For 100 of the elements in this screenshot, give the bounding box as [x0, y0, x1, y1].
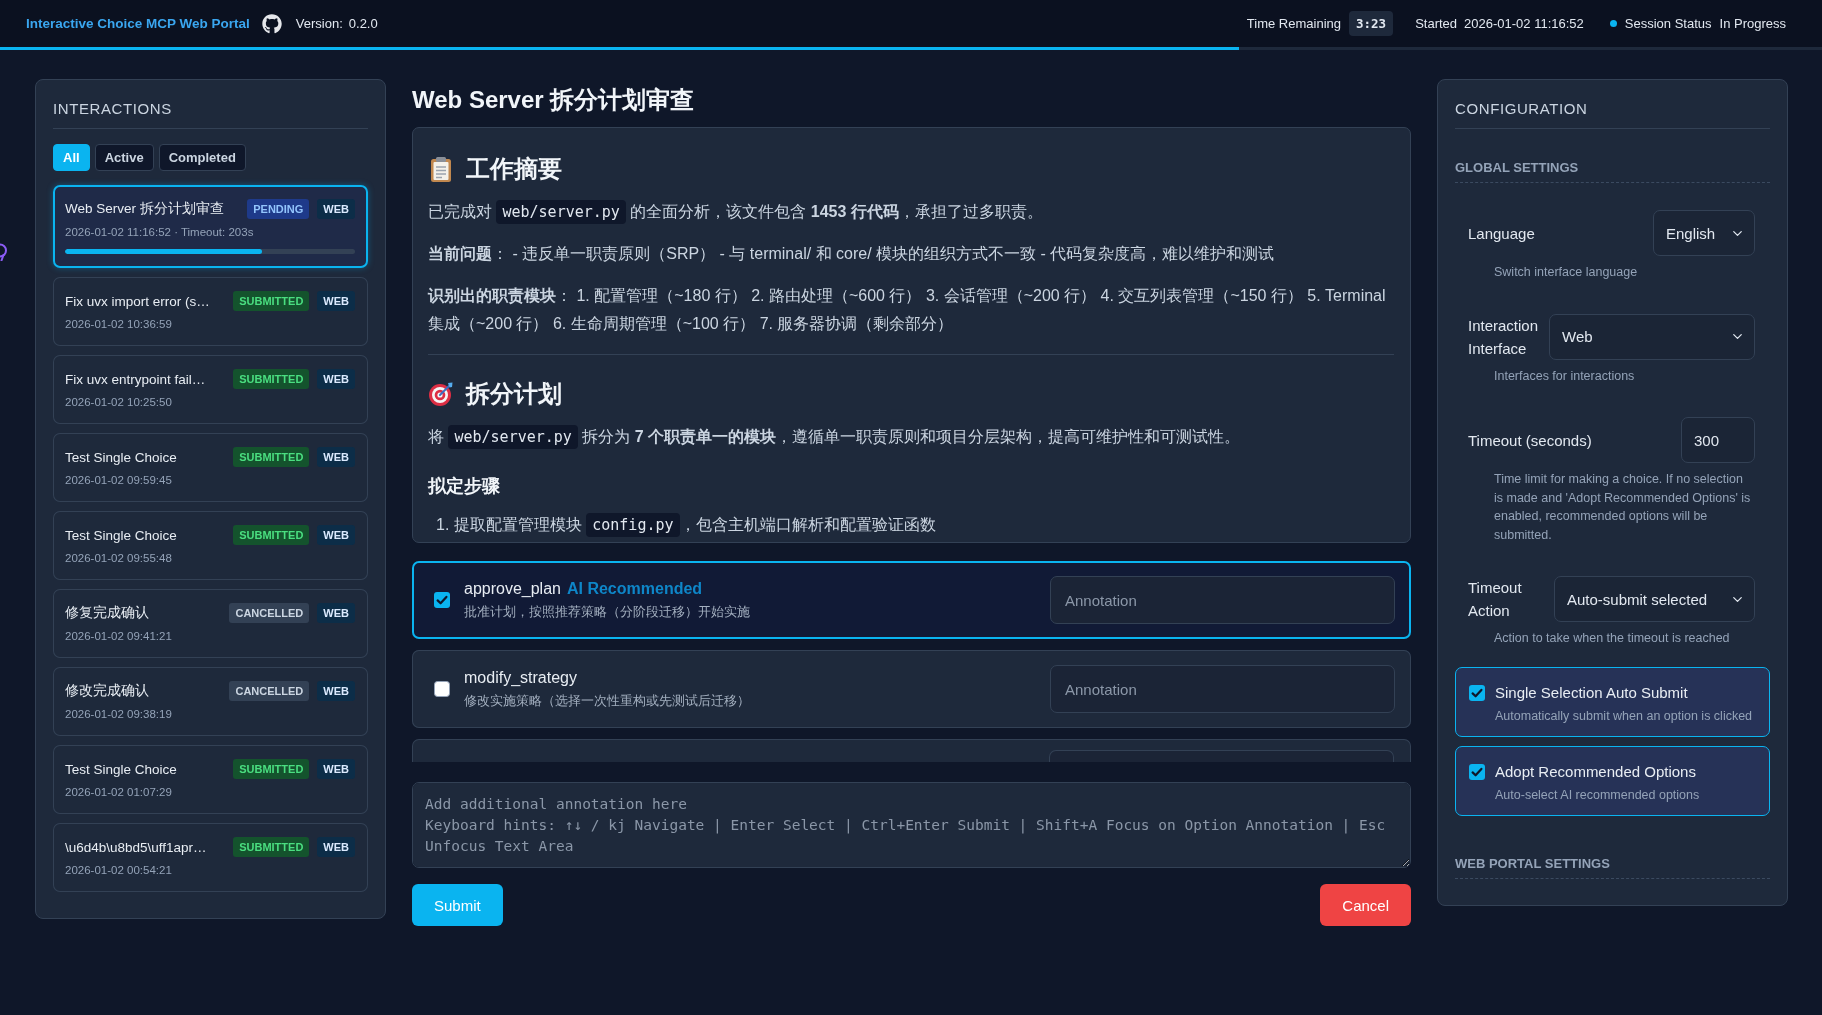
interaction-time: 2026-01-02 09:38:19: [65, 707, 173, 722]
setting-label: Timeout Action: [1468, 578, 1523, 621]
annotation-textarea[interactable]: Add additional annotation here Keyboard hints: ↑↓ / kj Navigate | Enter Select | Ctrl+Enter Submit | Shift+A Focus on Option Annotation | Esc Unfocus Text Area: [412, 782, 1411, 868]
panel-title: INTERACTIONS: [53, 98, 368, 129]
setting-label: Timeout (seconds): [1468, 430, 1593, 451]
interaction-time: 2026-01-02 09:55:48: [65, 551, 173, 566]
setting-card[interactable]: Single Selection Auto Submit Automatically submit when an option is clicked: [1455, 666, 1770, 737]
option-description: 批准计划，按照推荐策略（分阶段迁移）开始实施: [464, 603, 751, 621]
channel-tag: WEB: [317, 759, 355, 779]
session-status-label: Session Status: [1624, 16, 1712, 31]
version-value: 0.2.0: [348, 16, 378, 31]
setting-label: Single Selection Auto Submit: [1495, 682, 1688, 703]
interaction-time: 2026-01-02 00:54:21: [65, 863, 173, 878]
setting-label: Adopt Recommended Options: [1495, 761, 1696, 782]
setting-hint: Interfaces for interactions: [1494, 367, 1636, 385]
interaction-card[interactable]: 修改完成确认 CANCELLED WEB 2026-01-02 09:38:19: [53, 667, 368, 736]
annotation-field[interactable]: Annotation: [1050, 576, 1395, 624]
request-title: Web Server 拆分计划审查: [412, 85, 696, 115]
interaction-time: 2026-01-02 01:07:29: [65, 785, 173, 800]
channel-tag: WEB: [317, 681, 355, 701]
interaction-title: 修改完成确认: [65, 682, 150, 700]
dropdown[interactable]: Auto-submit selected: [1554, 576, 1755, 622]
checkbox[interactable]: [434, 592, 450, 608]
status-tag: SUBMITTED: [233, 291, 310, 311]
channel-tag: WEB: [317, 525, 355, 545]
checkbox[interactable]: [1469, 684, 1485, 701]
status-tag: SUBMITTED: [233, 525, 310, 545]
channel-tag: WEB: [317, 603, 355, 623]
filter-tab[interactable]: Active: [94, 144, 154, 171]
setting-label: Language: [1468, 223, 1536, 244]
interaction-card[interactable]: 修复完成确认 CANCELLED WEB 2026-01-02 09:41:21: [53, 589, 368, 658]
interaction-title: Fix uvx entrypoint fail…: [65, 371, 207, 387]
annotation-field[interactable]: Annotation: [1050, 665, 1395, 713]
interaction-time: 2026-01-02 11:16:52 · Timeout: 203s: [65, 225, 255, 240]
ring-icon[interactable]: [0, 243, 10, 261]
option-description: 修改实施策略（选择一次性重构或先测试后迁移）: [464, 692, 751, 710]
number-field[interactable]: 300: [1681, 417, 1755, 463]
setting-hint: Time limit for making a choice. If no selection is made and 'Adopt Recommended Options' is enabled, recommended options will be submitted.: [1494, 471, 1752, 544]
setting-hint: Automatically submit when an option is clicked: [1495, 707, 1754, 725]
started-time: 2026-01-02 11:16:52: [1464, 16, 1584, 31]
interaction-title: 修复完成确认: [65, 604, 150, 622]
github-icon[interactable]: [261, 13, 282, 34]
cancel-button[interactable]: Cancel: [1320, 884, 1411, 926]
list-item: 1. 提取配置管理模块 config.py ，包含主机端口解析和配置验证函数: [436, 511, 1394, 539]
interaction-title: Fix uvx import error (s…: [65, 293, 211, 309]
setting-card[interactable]: Adopt Recommended Options Auto-select AI recommended options: [1455, 745, 1770, 816]
option-name: approve_plan: [464, 579, 561, 599]
clipboard-icon: [428, 156, 454, 182]
interaction-title: Test Single Choice: [65, 527, 178, 543]
channel-tag: WEB: [317, 837, 355, 857]
target-icon: [428, 381, 454, 407]
channel-tag: WEB: [317, 199, 355, 219]
interaction-title: Test Single Choice: [65, 761, 178, 777]
recommended-label: AI Recommended: [566, 579, 703, 599]
paragraph: 将 web/server.py 拆分为 7 个职责单一的模块，遵循单一职责原则和项目分层架构，提高可维护性和可测试性。: [428, 423, 1394, 451]
option-card[interactable]: approve_plan AI Recommended 批准计划，按照推荐策略（分阶段迁移）开始实施 Annotation: [412, 561, 1411, 639]
checkbox[interactable]: [434, 681, 450, 697]
interaction-card[interactable]: Test Single Choice SUBMITTED WEB 2026-01-02 09:55:48: [53, 511, 368, 580]
interaction-time: 2026-01-02 10:25:50: [65, 395, 173, 410]
panel-title: CONFIGURATION: [1455, 98, 1770, 129]
section-title: GLOBAL SETTINGS: [1455, 160, 1770, 183]
interaction-card[interactable]: Fix uvx import error (s… SUBMITTED WEB 2026-01-02 10:36:59: [53, 277, 368, 346]
filter-tab[interactable]: Completed: [158, 144, 246, 171]
paragraph: 当前问题： - 违反单一职责原则（SRP） - 与 terminal/ 和 core/ 模块的组织方式不一致 - 代码复杂度高，难以维护和测试: [428, 244, 1276, 264]
interaction-title: Web Server 拆分计划审查: [65, 200, 225, 218]
input-field[interactable]: [1049, 750, 1394, 762]
status-tag: SUBMITTED: [233, 837, 310, 857]
status-tag: SUBMITTED: [233, 759, 310, 779]
interaction-time: 2026-01-02 09:41:21: [65, 629, 173, 644]
dropdown[interactable]: Web: [1549, 313, 1755, 360]
interaction-time: 2026-01-02 10:36:59: [65, 317, 173, 332]
dropdown[interactable]: English: [1653, 210, 1755, 256]
paragraph: 识别出的职责模块： 1. 配置管理（~180 行） 2. 路由处理（~600 行） 3. 会话管理（~200 行） 4. 交互列表管理（~150 行） 5. Terminal 集成（~200 行） 6. 生命周期管理（~100 行） 7. 服务器协调（剩余部分）: [428, 286, 1387, 334]
paragraph: 已完成对 web/server.py 的全面分析，该文件包含 1453 行代码，承担了过多职责。: [428, 198, 1394, 226]
app-title: Interactive Choice MCP Web Portal: [26, 16, 250, 31]
setting-label: Interaction Interface: [1468, 315, 1540, 359]
interaction-card[interactable]: Test Single Choice SUBMITTED WEB 2026-01-02 01:07:29: [53, 745, 368, 814]
session-status-value: In Progress: [1719, 16, 1786, 31]
interaction-card[interactable]: Web Server 拆分计划审查 PENDING WEB 2026-01-02 11:16:52 · Timeout: 203s: [53, 185, 368, 268]
status-tag: SUBMITTED: [233, 447, 310, 467]
started-label: Started: [1415, 16, 1458, 31]
option-card[interactable]: modify_strategy 修改实施策略（选择一次性重构或先测试后迁移） Annotation: [412, 650, 1411, 728]
interaction-card[interactable]: Test Single Choice SUBMITTED WEB 2026-01-02 09:59:45: [53, 433, 368, 502]
interaction-time: 2026-01-02 09:59:45: [65, 473, 173, 488]
section-heading: 工作摘要: [466, 154, 562, 184]
status-tag: PENDING: [247, 199, 310, 219]
channel-tag: WEB: [317, 291, 355, 311]
setting-hint: Action to take when the timeout is reached: [1494, 630, 1731, 647]
time-remaining-label: Time Remaining: [1246, 16, 1341, 31]
section-title: WEB PORTAL SETTINGS: [1455, 855, 1770, 879]
option-name: modify_strategy: [464, 668, 577, 688]
interaction-title: Test Single Choice: [65, 449, 178, 465]
subheading: 拟定步骤: [428, 475, 501, 498]
interaction-title: \u6d4b\u8bd5\uff1apr…: [65, 839, 208, 855]
channel-tag: WEB: [317, 447, 355, 467]
interaction-card[interactable]: Fix uvx entrypoint fail… SUBMITTED WEB 2026-01-02 10:25:50: [53, 355, 368, 424]
status-tag: SUBMITTED: [233, 369, 310, 389]
version-label: Version:: [295, 16, 343, 31]
checkbox[interactable]: [1469, 763, 1485, 780]
interaction-card[interactable]: \u6d4b\u8bd5\uff1apr… SUBMITTED WEB 2026-01-02 00:54:21: [53, 823, 368, 892]
